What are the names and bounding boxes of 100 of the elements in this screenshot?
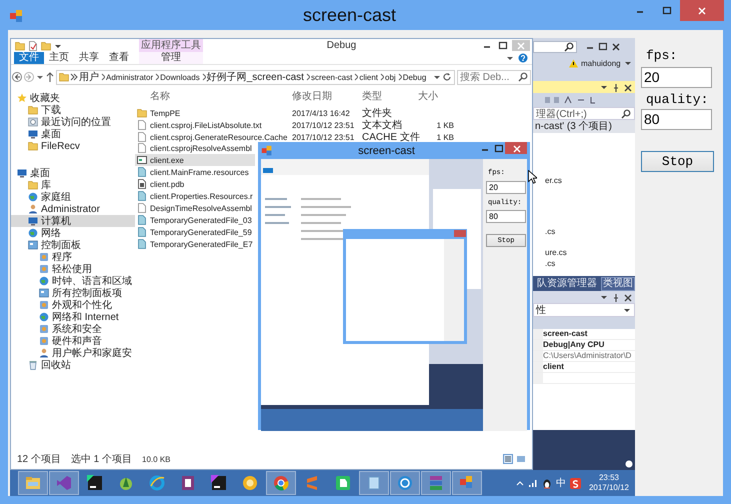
folder-icon[interactable] (41, 40, 51, 50)
nav-item[interactable]: 外观和个性化 (11, 299, 135, 311)
control-panel-icon (39, 324, 49, 334)
search-field[interactable]: 理器(Ctrl+;) (533, 107, 635, 120)
close-button[interactable] (505, 142, 527, 154)
file-row[interactable]: client.pdb (135, 178, 255, 190)
file-row[interactable]: client.csprojResolveAssembl (135, 142, 255, 154)
file-row[interactable]: TemporaryGeneratedFile_03 (135, 214, 255, 226)
fps-field[interactable]: 20 (486, 181, 526, 194)
caret-icon (433, 73, 441, 81)
user-name[interactable]: mahuidong (581, 58, 621, 68)
document-icon (137, 203, 147, 213)
panel-tab[interactable]: 类视图 (601, 276, 635, 290)
file-row[interactable]: client.exe (135, 154, 255, 166)
nav-item[interactable]: 下载 (11, 104, 135, 116)
nav-item[interactable]: FileRecv (11, 140, 135, 152)
ribbon-tab[interactable]: 共享 (74, 52, 104, 64)
up-arrow-icon[interactable] (46, 72, 54, 82)
caret-icon[interactable] (506, 54, 514, 62)
column-header[interactable]: 名称 (150, 89, 292, 103)
input-method[interactable]: 中 (556, 476, 566, 490)
file-row[interactable]: DesignTimeResolveAssembl (135, 202, 255, 214)
tree-item[interactable]: ure.cs (545, 247, 635, 258)
nav-item[interactable]: Administrator (11, 203, 135, 215)
file-menu-tab[interactable]: 文件 (14, 52, 44, 64)
path-segment[interactable]: screen-cast (310, 72, 352, 82)
fps-field[interactable]: 20 (641, 67, 712, 88)
path-segment[interactable]: 好例子网_screen-cast (206, 70, 304, 84)
close-icon (623, 292, 632, 302)
tree-item[interactable]: .cs (545, 258, 635, 269)
folder-icon (25, 475, 41, 491)
nav-item[interactable]: 桌面 (11, 128, 135, 140)
ribbon-tab[interactable]: 管理 (139, 52, 203, 64)
address-bar[interactable]: 用户 Administrator Downloads 好例子网_screen-cast screen-cast client obj Debug (56, 70, 455, 84)
search-icon (518, 72, 528, 82)
nav-item[interactable]: 所有控制面板项 (11, 287, 135, 299)
quality-field[interactable]: 80 (641, 109, 712, 130)
nav-item[interactable]: 桌面 (11, 167, 135, 179)
nav-item[interactable]: 用户帐户和家庭安 (11, 347, 135, 359)
app-icon (304, 475, 320, 491)
nav-item[interactable]: 轻松使用 (11, 263, 135, 275)
nav-item[interactable]: 收藏夹 (11, 92, 135, 104)
nav-item[interactable]: 系统和安全 (11, 323, 135, 335)
path-segment[interactable]: Debug (402, 72, 426, 82)
path-segment[interactable]: 用户 (79, 70, 99, 84)
column-header[interactable]: 修改日期 (292, 89, 362, 103)
nav-item[interactable]: 时钟、语言和区域 (11, 275, 135, 287)
stop-button[interactable]: Stop (641, 151, 714, 172)
chevron-icon[interactable] (516, 479, 524, 487)
file-row[interactable]: TempPE 2017/4/13 16:42 文件夹 (135, 106, 532, 118)
clock-time[interactable]: 23:53 (598, 473, 619, 483)
search-field[interactable]: 搜索 Deb... (457, 70, 531, 84)
chevron-icon (379, 73, 384, 81)
nav-item[interactable]: 家庭组 (11, 191, 135, 203)
nav-item[interactable]: 最近访问的位置 (11, 116, 135, 128)
app-icon[interactable] (570, 478, 581, 488)
nav-item[interactable]: 回收站 (11, 359, 135, 371)
nav-item[interactable]: 库 (11, 179, 135, 191)
chevron-icon (353, 73, 358, 81)
tree-item[interactable]: .cs (545, 226, 635, 237)
close-icon (611, 42, 620, 51)
clock-date[interactable]: 2017/10/12 (588, 483, 629, 493)
path-segment[interactable]: obj (385, 72, 396, 82)
path-segment[interactable]: client (359, 72, 378, 82)
penguin-icon[interactable] (542, 478, 552, 488)
file-row[interactable]: client.MainFrame.resources (135, 166, 255, 178)
refresh-icon[interactable] (442, 72, 452, 82)
nav-item[interactable]: 计算机 (11, 215, 135, 227)
nav-item[interactable]: 程序 (11, 251, 135, 263)
column-header[interactable]: 大小 (418, 89, 454, 103)
object-dropdown[interactable]: 性 (533, 303, 635, 317)
details-view-icon[interactable] (503, 454, 513, 464)
nav-item[interactable]: 控制面板 (11, 239, 135, 251)
path-segment[interactable]: Downloads (160, 72, 200, 82)
help-icon[interactable] (518, 53, 528, 63)
properties-icon[interactable] (28, 40, 38, 50)
back-icon[interactable] (12, 72, 22, 82)
nav-item[interactable]: 网络和 Internet (11, 311, 135, 323)
maximize-button[interactable] (496, 40, 510, 51)
app-icon (242, 475, 258, 491)
tree-item[interactable]: er.cs (545, 175, 635, 186)
path-segment[interactable]: Administrator (106, 72, 154, 82)
app-icon (149, 475, 165, 491)
file-row[interactable]: client.csproj.FileListAbsolute.txt 2017/10/12 23:51 文本文档 1 KB (135, 118, 532, 130)
file-icon (137, 191, 147, 201)
search-field[interactable] (533, 40, 577, 52)
nav-item[interactable]: 硬件和声音 (11, 335, 135, 347)
quality-field[interactable]: 80 (486, 210, 526, 223)
file-row[interactable]: TemporaryGeneratedFile_59 (135, 226, 255, 238)
app-icon (180, 475, 196, 491)
ribbon-tab[interactable]: 主页 (44, 52, 74, 64)
signal-icon[interactable] (528, 478, 538, 488)
maximize-icon (494, 144, 502, 152)
panel-tab[interactable]: 队资源管理器 (535, 276, 599, 290)
ribbon-tab[interactable]: 查看 (104, 52, 134, 64)
file-row[interactable]: TemporaryGeneratedFile_E7 (135, 238, 255, 250)
file-row[interactable]: client.Properties.Resources.r (135, 190, 255, 202)
column-header[interactable]: 类型 (362, 89, 418, 103)
file-row[interactable]: client.csproj.GenerateResource.Cache 2017/10/12 23:51 CACHE 文件 1 KB (135, 130, 532, 142)
nav-item[interactable]: 网络 (11, 227, 135, 239)
